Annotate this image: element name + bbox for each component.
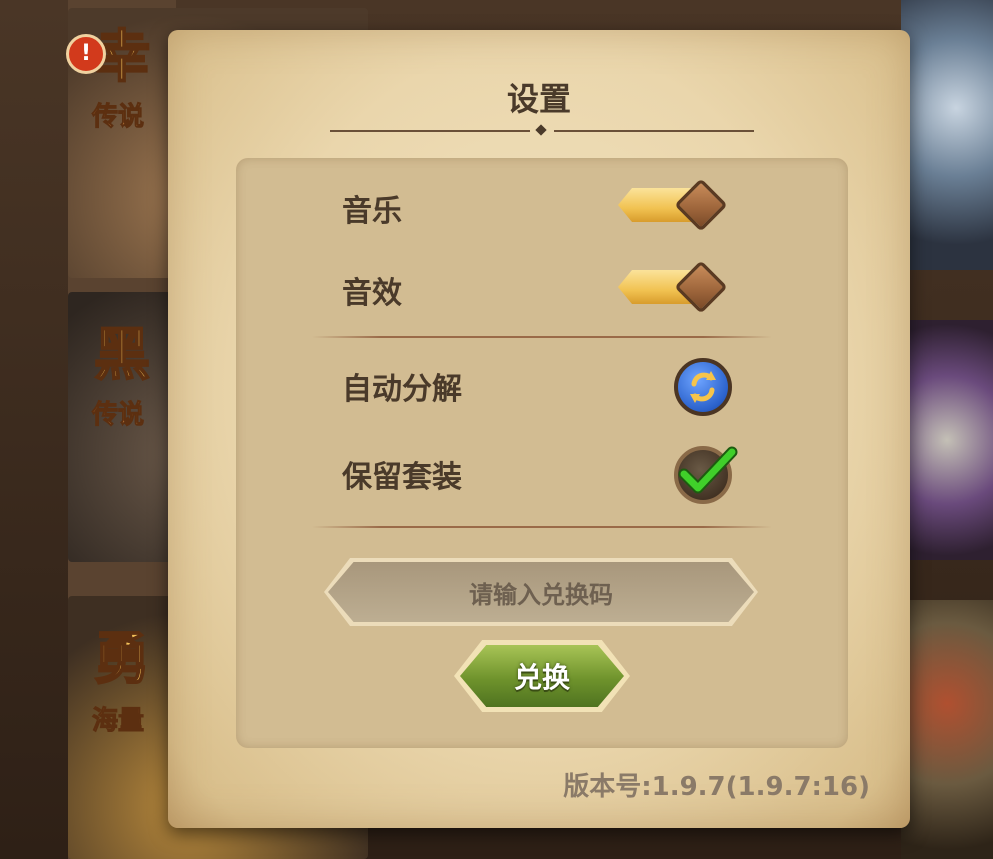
music-label: 音乐 [342,194,402,229]
hero-portrait-2 [901,320,993,560]
dialog-title: 设置 [506,80,571,118]
toggle-knob [674,178,728,232]
recycle-icon[interactable] [674,358,732,416]
event-banner-subtitle: 海量 [91,706,145,737]
section-divider [312,336,772,338]
music-toggle[interactable] [618,178,736,232]
section-divider [312,526,772,528]
title-divider [330,124,754,136]
keep-set-label: 保留套装 [342,460,462,495]
checkmark-icon [678,446,738,494]
redeem-button[interactable]: 兑换 [460,645,624,707]
settings-panel: 音乐 音效 自动分解 保留套装 请输入兑换码 兑换 [236,158,848,748]
event-banner-title: 黑 [93,322,151,389]
sound-effects-label: 音效 [342,276,402,311]
toggle-knob [674,260,728,314]
alert-badge: ! [66,34,106,74]
event-banner-subtitle: 传说 [91,102,145,133]
redeem-code-input[interactable]: 请输入兑换码 [328,562,754,622]
hero-portrait-1 [901,0,993,270]
settings-dialog: 设置 音乐 音效 自动分解 保留套装 请输入兑换码 兑换 版本号:1.9.7(1… [168,30,910,828]
version-label: 版本号:1.9.7(1.9.7:16) [563,772,870,802]
event-banner-title: 勇 [93,626,151,693]
keep-set-checkbox[interactable] [674,446,738,504]
event-banner-subtitle: 传说 [91,400,145,431]
hero-portrait-3 [901,600,993,859]
auto-decompose-label: 自动分解 [342,372,462,407]
sound-effects-toggle[interactable] [618,260,736,314]
